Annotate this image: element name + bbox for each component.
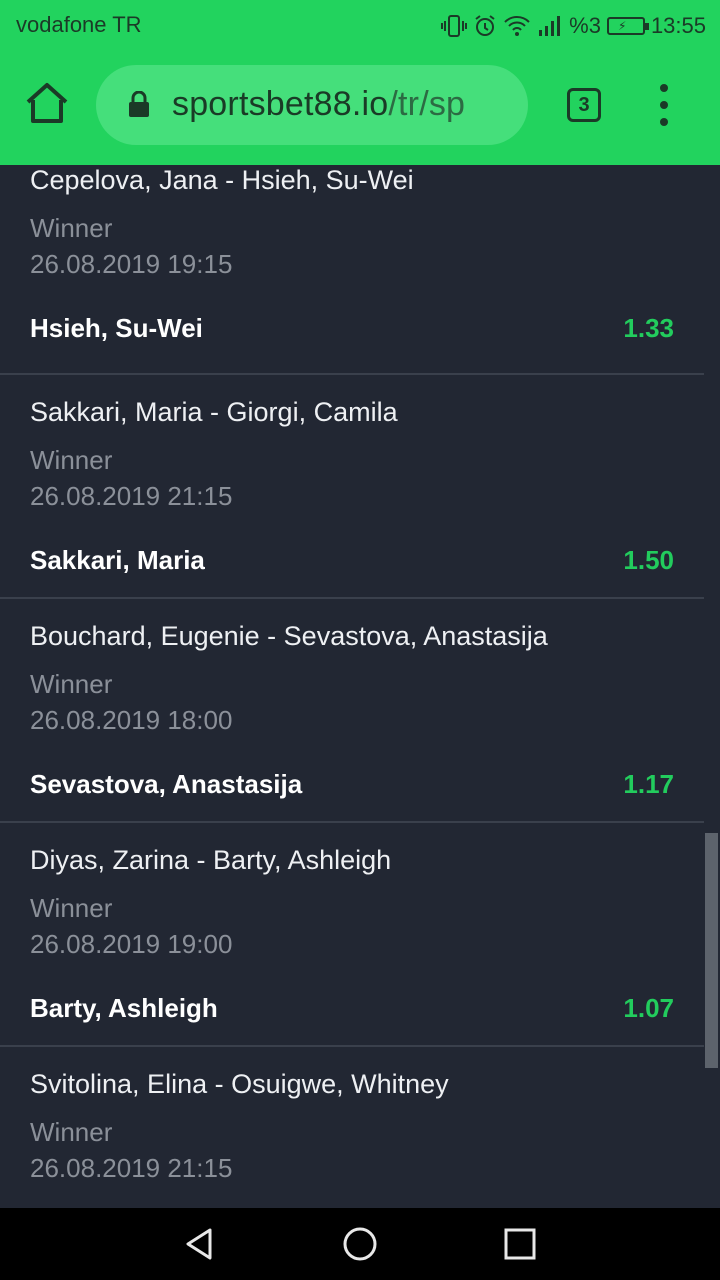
odds-value: 1.17 [623, 769, 674, 799]
market-label: Winner [30, 213, 113, 243]
market-label: Winner [30, 445, 113, 475]
bet-item[interactable]: Cepelova, Jana - Hsieh, Su-Wei Winner 26… [0, 165, 704, 375]
address-bar[interactable]: sportsbet88.io/tr/sp [96, 65, 528, 145]
url-host: sportsbet88.io [172, 85, 389, 123]
match-title: Cepelova, Jana - Hsieh, Su-Wei [30, 165, 414, 195]
odds-value: 1.33 [623, 313, 674, 343]
match-title: Diyas, Zarina - Barty, Ashleigh [30, 845, 392, 875]
overflow-menu-icon[interactable] [650, 84, 678, 126]
match-title: Svitolina, Elina - Osuigwe, Whitney [30, 1069, 449, 1099]
navigation-bar [0, 1208, 720, 1280]
match-date: 26.08.2019 18:00 [30, 705, 233, 735]
match-date: 26.08.2019 19:15 [30, 249, 233, 279]
carrier-name: vodafone TR [16, 12, 142, 37]
bet-item[interactable]: Diyas, Zarina - Barty, Ashleigh Winner 2… [0, 823, 704, 1047]
match-title: Sakkari, Maria - Giorgi, Camila [30, 397, 398, 427]
url-path: /tr/sp [388, 85, 466, 123]
selection-name: Barty, Ashleigh [30, 993, 218, 1023]
recents-icon[interactable] [500, 1224, 540, 1264]
market-label: Winner [30, 893, 113, 923]
market-label: Winner [30, 669, 113, 699]
wifi-icon [504, 16, 530, 36]
bet-list: Cepelova, Jana - Hsieh, Su-Wei Winner 26… [0, 165, 720, 1208]
home-icon[interactable] [22, 78, 72, 128]
match-title: Bouchard, Eugenie - Sevastova, Anastasij… [30, 621, 548, 651]
selection-name: Hsieh, Su-Wei [30, 313, 203, 343]
odds-value: 1.07 [623, 993, 674, 1023]
match-date: 26.08.2019 19:00 [30, 929, 233, 959]
status-bar: vodafone TR %3 ⚡ 13:55 [0, 0, 720, 52]
url-text: sportsbet88.io/tr/sp [172, 85, 465, 124]
vibrate-icon [441, 15, 468, 37]
lock-icon [129, 91, 149, 117]
bet-item[interactable]: Bouchard, Eugenie - Sevastova, Anastasij… [0, 599, 704, 823]
browser-toolbar: sportsbet88.io/tr/sp 3 [0, 52, 720, 165]
odds-value: 1.50 [623, 545, 674, 575]
scrollbar[interactable] [705, 833, 718, 1068]
match-date: 26.08.2019 21:15 [30, 481, 233, 511]
clock: 13:55 [650, 13, 706, 38]
selection-name: Sevastova, Anastasija [30, 769, 303, 799]
selection-name: Sakkari, Maria [30, 545, 205, 575]
market-label: Winner [30, 1117, 113, 1147]
battery-icon: ⚡ [606, 17, 649, 35]
alarm-icon [475, 15, 495, 36]
bet-item[interactable]: Sakkari, Maria - Giorgi, Camila Winner 2… [0, 375, 704, 599]
signal-icon [539, 16, 561, 36]
match-date: 26.08.2019 21:15 [30, 1153, 233, 1183]
bet-item[interactable]: Svitolina, Elina - Osuigwe, Whitney Winn… [0, 1047, 704, 1208]
home-nav-icon[interactable] [340, 1224, 380, 1264]
status-icons: %3 ⚡ 13:55 [441, 12, 706, 40]
back-icon[interactable] [180, 1224, 220, 1264]
battery-percent: %3 [569, 13, 601, 38]
tab-switcher-button[interactable]: 3 [567, 88, 601, 122]
